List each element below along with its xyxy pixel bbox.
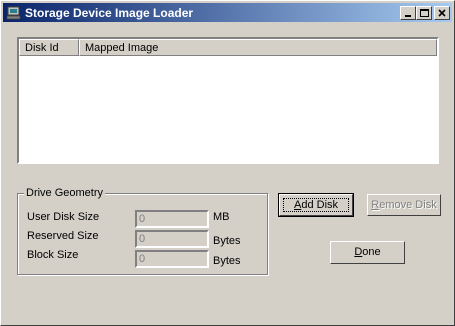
close-icon: [438, 9, 446, 17]
minimize-button[interactable]: [400, 6, 416, 20]
add-disk-button[interactable]: Add Disk: [278, 193, 354, 217]
minimize-icon: [405, 15, 411, 17]
column-header-disk-id[interactable]: Disk Id: [19, 39, 79, 56]
window-title: Storage Device Image Loader: [25, 6, 194, 20]
focus-rectangle: [283, 198, 349, 212]
reserved-size-field: 0: [135, 230, 209, 248]
reserved-size-unit: Bytes: [213, 235, 241, 247]
close-button[interactable]: [434, 6, 450, 20]
disk-list[interactable]: Disk Id Mapped Image: [17, 37, 439, 164]
app-icon: [6, 6, 21, 20]
maximize-icon: [420, 9, 429, 17]
maximize-button[interactable]: [416, 6, 432, 20]
list-header: Disk Id Mapped Image: [19, 39, 437, 56]
done-label-post: one: [362, 246, 381, 258]
block-size-unit: Bytes: [213, 255, 241, 267]
block-size-label: Block Size: [27, 249, 79, 261]
user-disk-size-label: User Disk Size: [27, 211, 100, 223]
group-title: Drive Geometry: [24, 187, 106, 199]
block-size-field: 0: [135, 250, 209, 268]
remove-disk-label-post: emove Disk: [379, 199, 437, 211]
reserved-size-label: Reserved Size: [27, 230, 99, 242]
done-button[interactable]: Done: [330, 241, 405, 264]
user-disk-size-field: 0: [135, 210, 209, 228]
remove-disk-button[interactable]: Remove Disk: [367, 194, 441, 216]
user-disk-size-unit: MB: [213, 211, 230, 223]
dialog-window: Storage Device Image Loader Disk Id Mapp…: [0, 0, 455, 326]
title-bar[interactable]: Storage Device Image Loader: [3, 3, 452, 22]
column-header-mapped-image[interactable]: Mapped Image: [79, 39, 437, 56]
